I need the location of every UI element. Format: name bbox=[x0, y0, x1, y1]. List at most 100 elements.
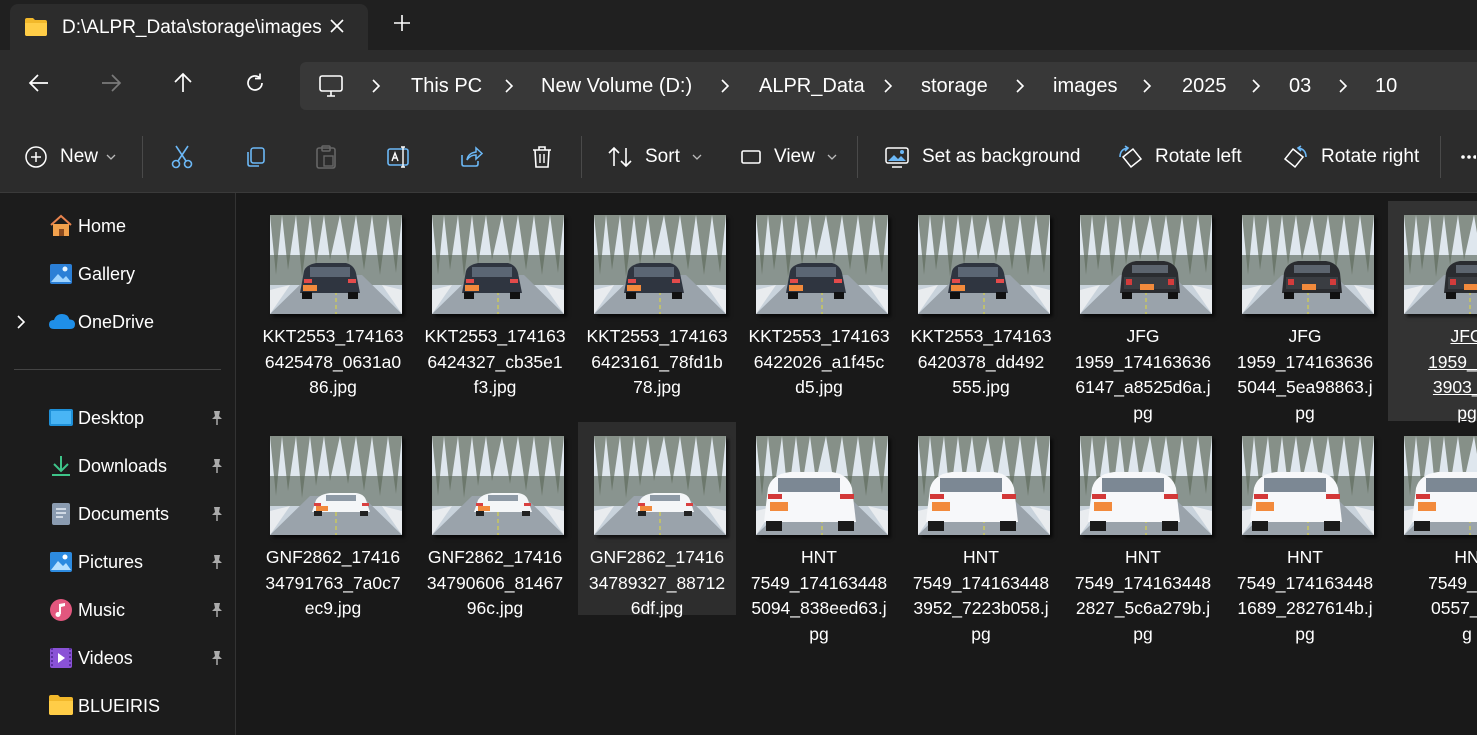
new-button[interactable]: New bbox=[24, 122, 116, 192]
image-thumbnail bbox=[1242, 436, 1374, 535]
file-name: KKT2553_174163 6423161_78fd1b 78.jpg bbox=[578, 324, 736, 401]
file-item[interactable]: GNF2862_17416 34790606_81467 96c.jpg bbox=[416, 422, 574, 618]
sidebar-item-documents[interactable]: Documents bbox=[0, 494, 235, 534]
sort-button[interactable]: Sort bbox=[607, 122, 702, 192]
file-item[interactable]: HN 7549_174 0557_fbcg bbox=[1388, 422, 1477, 644]
sidebar-item-blueiris[interactable]: BLUEIRIS bbox=[0, 686, 235, 726]
music-icon bbox=[48, 598, 74, 622]
pictures-icon bbox=[48, 550, 74, 574]
file-item[interactable]: KKT2553_174163 6420378_dd492 555.jpg bbox=[902, 201, 1060, 421]
file-name-line: f3.jpg bbox=[473, 377, 517, 397]
view-icon bbox=[740, 147, 762, 167]
rotate-right-button[interactable]: Rotate right bbox=[1283, 122, 1419, 192]
pin-icon[interactable] bbox=[210, 458, 224, 474]
file-item[interactable]: GNF2862_17416 34789327_88712 6df.jpg bbox=[578, 422, 736, 618]
trash-icon bbox=[530, 144, 554, 170]
pin-icon[interactable] bbox=[210, 650, 224, 666]
file-item[interactable]: JFG 1959_174163636 5044_5ea98863.j pg bbox=[1226, 201, 1384, 423]
sidebar-item-label: Home bbox=[78, 216, 127, 236]
more-options-button[interactable] bbox=[1460, 122, 1476, 192]
up-arrow-icon[interactable] bbox=[172, 72, 194, 94]
file-item[interactable]: HNT 7549_174163448 2827_5c6a279b.j pg bbox=[1064, 422, 1222, 644]
rotate-right-icon bbox=[1283, 145, 1309, 169]
new-tab-icon[interactable] bbox=[392, 13, 412, 33]
file-item[interactable]: HNT 7549_174163448 3952_7223b058.j pg bbox=[902, 422, 1060, 644]
image-thumbnail bbox=[1404, 436, 1477, 535]
close-icon[interactable] bbox=[328, 17, 346, 35]
paste-button[interactable] bbox=[315, 122, 337, 192]
toolbar-divider bbox=[857, 136, 858, 178]
more-dots-icon bbox=[1460, 154, 1476, 160]
pin-icon[interactable] bbox=[210, 506, 224, 522]
copy-button[interactable] bbox=[243, 122, 267, 192]
file-name: GNF2862_17416 34789327_88712 6df.jpg bbox=[578, 545, 736, 622]
file-item[interactable]: HNT 7549_174163448 5094_838eed63.j pg bbox=[740, 422, 898, 644]
sidebar-item-music[interactable]: Music bbox=[0, 590, 235, 630]
file-item[interactable]: JFG1959_1743903_b6pg bbox=[1388, 201, 1477, 423]
sidebar-item-downloads[interactable]: Downloads bbox=[0, 446, 235, 486]
breadcrumb-alpr-data[interactable]: ALPR_Data bbox=[759, 75, 865, 98]
forward-arrow-icon[interactable] bbox=[100, 72, 122, 94]
file-item[interactable]: KKT2553_174163 6425478_0631a0 86.jpg bbox=[254, 201, 412, 421]
toolbar-divider bbox=[581, 136, 582, 178]
file-name-line: 3952_7223b058.j bbox=[913, 598, 1049, 618]
share-button[interactable] bbox=[458, 122, 484, 192]
breadcrumb-storage[interactable]: storage bbox=[921, 75, 988, 98]
file-item[interactable]: HNT 7549_174163448 1689_2827614b.j pg bbox=[1226, 422, 1384, 644]
sidebar-item-label: Documents bbox=[78, 504, 170, 524]
chevron-right-icon bbox=[503, 79, 515, 93]
set-as-background-button[interactable]: Set as background bbox=[884, 122, 1080, 192]
breadcrumb-this-pc[interactable]: This PC bbox=[411, 75, 482, 98]
file-item[interactable]: KKT2553_174163 6424327_cb35e1 f3.jpg bbox=[416, 201, 574, 421]
breadcrumb-new-volume[interactable]: New Volume (D:) bbox=[541, 75, 692, 98]
pin-icon[interactable] bbox=[210, 602, 224, 618]
file-name: JFG 1959_174163636 6147_a8525d6a.j pg bbox=[1064, 324, 1222, 426]
file-name: KKT2553_174163 6422026_a1f45c d5.jpg bbox=[740, 324, 898, 401]
file-name-line: GNF2862_17416 bbox=[427, 547, 563, 567]
file-item[interactable]: GNF2862_17416 34791763_7a0c7 ec9.jpg bbox=[254, 422, 412, 618]
sidebar-item-onedrive[interactable]: OneDrive bbox=[0, 302, 235, 342]
address-bar[interactable]: This PC New Volume (D:) ALPR_Data storag… bbox=[300, 62, 1477, 110]
image-thumbnail bbox=[270, 215, 402, 314]
breadcrumb-03[interactable]: 03 bbox=[1289, 75, 1311, 98]
rotate-left-label: Rotate left bbox=[1155, 146, 1242, 167]
file-item[interactable]: KKT2553_174163 6422026_a1f45c d5.jpg bbox=[740, 201, 898, 421]
toolbar-divider bbox=[1440, 136, 1441, 178]
file-name-line: JFG bbox=[1288, 326, 1322, 346]
tab-images[interactable]: D:\ALPR_Data\storage\images bbox=[10, 4, 368, 50]
pin-icon[interactable] bbox=[210, 554, 224, 570]
navigation-pane: Home Gallery OneDrive Desktop Downloads … bbox=[0, 193, 236, 735]
sidebar-item-videos[interactable]: Videos bbox=[0, 638, 235, 678]
file-item[interactable]: KKT2553_174163 6423161_78fd1b 78.jpg bbox=[578, 201, 736, 421]
file-name: HN 7549_174 0557_fbcg bbox=[1388, 545, 1477, 647]
sidebar-item-desktop[interactable]: Desktop bbox=[0, 398, 235, 438]
breadcrumb-10[interactable]: 10 bbox=[1375, 75, 1397, 98]
file-name-line: 6424327_cb35e1 bbox=[427, 351, 563, 372]
file-name-line: 6425478_0631a0 bbox=[264, 351, 402, 372]
sidebar-item-label: Gallery bbox=[78, 264, 136, 284]
file-name-line: 6420378_dd492 bbox=[917, 351, 1045, 372]
breadcrumb-2025[interactable]: 2025 bbox=[1182, 75, 1227, 98]
rename-button[interactable] bbox=[386, 122, 412, 192]
delete-button[interactable] bbox=[530, 122, 554, 192]
pin-icon[interactable] bbox=[210, 410, 224, 426]
view-button[interactable]: View bbox=[740, 122, 837, 192]
file-name: HNT 7549_174163448 1689_2827614b.j pg bbox=[1226, 545, 1384, 647]
file-name-line: 7549_174163448 bbox=[1236, 572, 1374, 593]
sidebar-item-label: Pictures bbox=[78, 552, 144, 572]
cut-button[interactable] bbox=[170, 122, 194, 192]
chevron-right-icon[interactable] bbox=[16, 315, 26, 329]
file-name: JFG1959_1743903_b6pg bbox=[1388, 324, 1477, 426]
sidebar-item-gallery[interactable]: Gallery bbox=[0, 254, 235, 294]
chevron-right-icon bbox=[1014, 79, 1026, 93]
sidebar-item-home[interactable]: Home bbox=[0, 206, 235, 246]
image-thumbnail bbox=[594, 436, 726, 535]
file-item[interactable]: JFG 1959_174163636 6147_a8525d6a.j pg bbox=[1064, 201, 1222, 423]
file-name-line: KKT2553_174163 bbox=[748, 326, 890, 346]
breadcrumb-images[interactable]: images bbox=[1053, 75, 1117, 98]
sidebar-item-pictures[interactable]: Pictures bbox=[0, 542, 235, 582]
refresh-icon[interactable] bbox=[244, 72, 266, 94]
rotate-left-button[interactable]: Rotate left bbox=[1117, 122, 1242, 192]
share-icon bbox=[458, 145, 484, 169]
back-arrow-icon[interactable] bbox=[28, 72, 50, 94]
